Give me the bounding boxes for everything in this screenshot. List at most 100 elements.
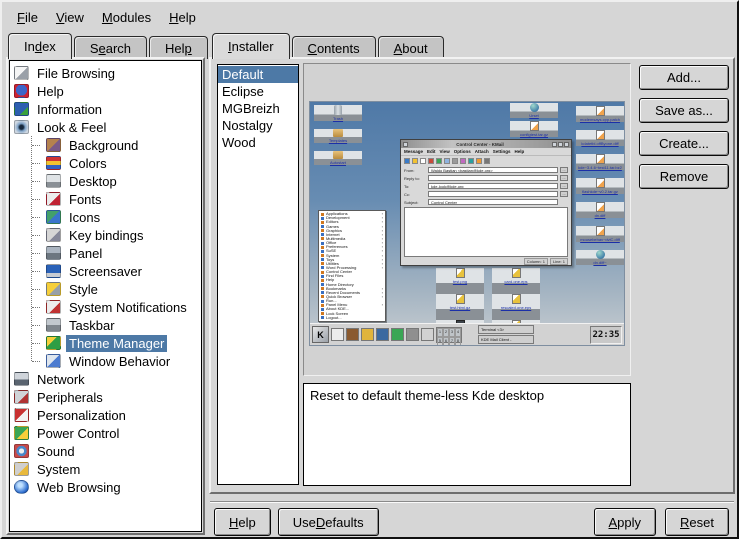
theme-list-item[interactable]: Eclipse [218,83,298,100]
theme-action-button[interactable]: Save as... [639,98,729,123]
tab-label-rest: ontents [317,41,360,56]
k-menu-item: Logout... [321,316,383,320]
tree-item-label: System Notifications [66,299,190,316]
tree-item[interactable]: Screensaver [10,262,201,280]
taskbar-app-icon [361,328,374,341]
theme-list[interactable]: Default Eclipse MGBreizh Nostalgy Wood [217,64,299,485]
bottom-button[interactable]: Help [214,508,271,536]
mail-field-input [428,191,558,197]
tab-label-rest: bout [402,41,427,56]
tree-item[interactable]: Background [10,136,201,154]
desktop-icon: modemsays.cpp.patch [576,106,624,122]
left-tab[interactable]: Help [149,36,208,59]
tree-item[interactable]: Help [10,82,201,100]
tree-item[interactable]: System Notifications [10,298,201,316]
k-menu-item-icon [321,308,324,311]
menu-item[interactable]: Help [160,7,205,28]
bottom-button[interactable]: Reset [665,508,729,536]
tree-item[interactable]: Fonts [10,190,201,208]
theme-list-item[interactable]: MGBreizh [218,100,298,117]
tree-item[interactable]: Sound [10,442,201,460]
desktop-pager: 12345678 [436,327,462,343]
tree-item[interactable]: Network [10,370,201,388]
tree-item[interactable]: System [10,460,201,478]
right-tab[interactable]: Contents [292,36,376,59]
right-tab[interactable]: About [378,36,444,59]
left-tab[interactable]: Search [74,36,147,59]
theme-preview-image: Trash Templates Autostart [309,101,625,346]
look-and-feel-children: Background Colors Desktop Fonts [10,136,201,370]
tree-item[interactable]: Web Browsing [10,478,201,496]
tree-item[interactable]: Personalization [10,406,201,424]
tree-item[interactable]: Window Behavior [10,352,201,370]
tree-item[interactable]: Taskbar [10,316,201,334]
task-button: Terminal <3> [478,325,534,334]
desktop-icon-label: Urset [529,113,539,118]
button-label-rest: eset [689,515,714,530]
desktop-icon-label: card.one.eps [504,279,527,284]
menu-item[interactable]: View [47,7,93,28]
desktop-icon-label: flashkde~v0.2.tar.gz [582,189,618,194]
mail-field-browse-button: ... [560,183,568,189]
desktop-icon: Templates [314,129,362,143]
tree-item[interactable]: Theme Manager [10,334,201,352]
desktop-icon-label: rescaled.one.eps [501,305,531,310]
theme-action-button[interactable]: Create... [639,131,729,156]
tree-item-label: Window Behavior [66,353,173,370]
left-tab[interactable]: Index [8,33,72,59]
desktop-icon-label: dn.diff [595,213,606,218]
ball-icon [530,103,539,112]
toolbar-icon [476,158,482,164]
k-menu-item-icon [321,225,324,228]
close-icon [564,142,569,147]
desktop-icon: kdatetbl.offByone.diff [576,130,624,146]
desktop-icon-label: Autostart [330,160,346,165]
tree-item-label: Colors [66,155,110,172]
k-menu-item-icon [321,304,324,307]
tree-item-label: Desktop [66,173,120,190]
mail-menu-item: Attach [475,149,489,154]
bottom-button[interactable]: Apply [594,508,657,536]
module-tree[interactable]: File Browsing Help Information Look & Fe… [9,60,202,532]
tree-item[interactable]: Information [10,100,201,118]
tab-label-pre: S [90,41,99,56]
tree-item[interactable]: File Browsing [10,64,201,82]
help-icon [14,84,29,98]
tree-item[interactable]: Style [10,280,201,298]
theme-list-item[interactable]: Default [218,66,298,83]
tree-item[interactable]: Peripherals [10,388,201,406]
desktop-icon-label: Trash [333,116,343,121]
task-button: KDE Mail Client - [478,335,534,344]
taskbar-app-icon [346,328,359,341]
theme-action-button[interactable]: Add... [639,65,729,90]
tree-item[interactable]: Look & Feel [10,118,201,136]
tab-label-pre: In [24,39,35,54]
theme-description-box[interactable]: Reset to default theme-less Kde desktop [303,383,631,486]
tree-item[interactable]: Power Control [10,424,201,442]
bottom-button[interactable]: Use Defaults [278,508,379,536]
tree-item[interactable]: Desktop [10,172,201,190]
k-menu-item-icon [321,283,324,286]
tree-item-label: Screensaver [66,263,145,280]
peripherals-icon [14,390,29,404]
right-tab[interactable]: Installer [212,33,290,59]
tree-item[interactable]: Colors [10,154,201,172]
doc-icon [530,121,539,131]
panel-icon [46,246,61,260]
tree-item-label: Network [34,371,88,388]
desktop-icon: configtest.tar.gz [510,121,558,137]
menu-item[interactable]: Modules [93,7,160,28]
tree-item-label: Web Browsing [34,479,124,496]
theme-list-item[interactable]: Nostalgy [218,117,298,134]
tree-item[interactable]: Panel [10,244,201,262]
tree-item[interactable]: Key bindings [10,226,201,244]
tree-item[interactable]: Icons [10,208,201,226]
theme-action-button[interactable]: Remove [639,164,729,189]
menu-item[interactable]: File [8,7,47,28]
button-label-accel: A [609,515,618,530]
desktop-icon-label: mousebehav~dvlC.diff [580,237,620,242]
desktop-icon: dn.diff~ [576,250,624,265]
toolbar-icon [484,158,490,164]
tree-item-label: File Browsing [34,65,118,82]
theme-list-item[interactable]: Wood [218,134,298,151]
